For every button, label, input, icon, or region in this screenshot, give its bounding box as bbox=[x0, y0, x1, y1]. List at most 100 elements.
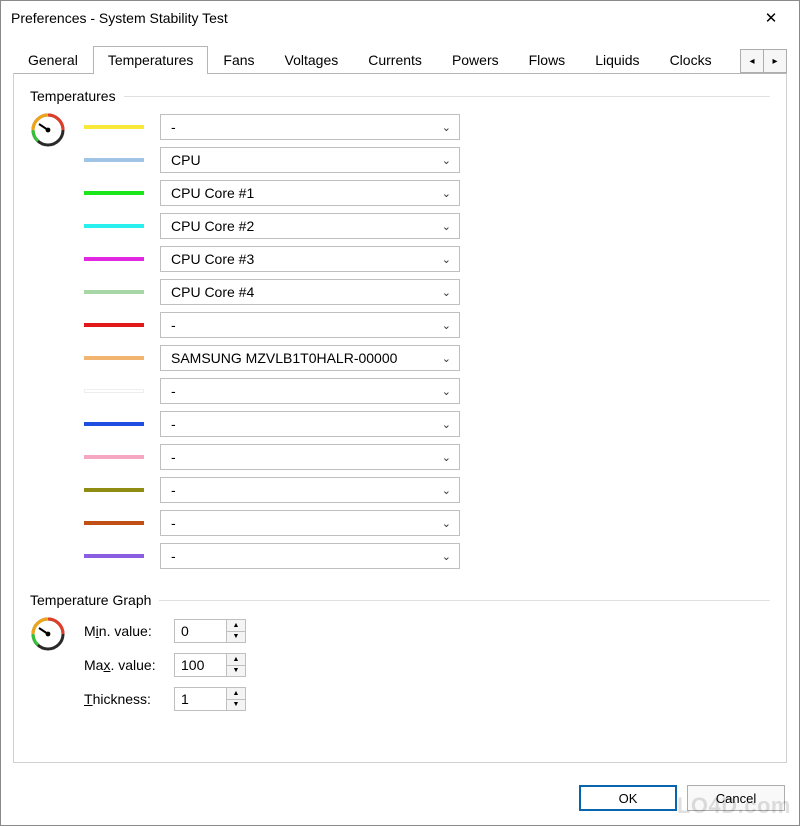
chevron-down-icon: ⌄ bbox=[442, 286, 451, 299]
sensor-combobox[interactable]: -⌄ bbox=[160, 411, 460, 437]
temperature-row: SAMSUNG MZVLB1T0HALR-00000 ⌄ bbox=[84, 343, 460, 373]
max-value-row: Max. value: ▲ ▼ bbox=[84, 650, 246, 680]
tab-clocks[interactable]: Clocks bbox=[655, 46, 727, 74]
sensor-combobox[interactable]: CPU Core #4 ⌄ bbox=[160, 279, 460, 305]
min-value-spinner[interactable]: ▲ ▼ bbox=[174, 619, 246, 643]
sensor-value: SAMSUNG MZVLB1T0HALR-00000 bbox=[171, 350, 397, 366]
color-swatch bbox=[84, 389, 144, 393]
color-swatch bbox=[84, 290, 144, 294]
close-button[interactable]: ✕ bbox=[751, 4, 791, 32]
thickness-row: Thickness: ▲ ▼ bbox=[84, 684, 246, 714]
tab-scroll-left[interactable]: ◂ bbox=[740, 49, 764, 73]
sensor-combobox[interactable]: CPU ⌄ bbox=[160, 147, 460, 173]
temperature-row: CPU ⌄ bbox=[84, 145, 460, 175]
divider bbox=[159, 600, 770, 601]
sensor-combobox[interactable]: -⌄ bbox=[160, 510, 460, 536]
max-value-spinner[interactable]: ▲ ▼ bbox=[174, 653, 246, 677]
tab-flows[interactable]: Flows bbox=[514, 46, 581, 74]
temperature-row: CPU Core #3 ⌄ bbox=[84, 244, 460, 274]
sensor-combobox[interactable]: -⌄ bbox=[160, 543, 460, 569]
sensor-combobox[interactable]: -⌄ bbox=[160, 378, 460, 404]
color-swatch bbox=[84, 554, 144, 558]
close-icon: ✕ bbox=[765, 9, 778, 27]
color-swatch bbox=[84, 422, 144, 426]
sensor-value: - bbox=[171, 416, 176, 432]
spin-down-icon[interactable]: ▼ bbox=[227, 666, 245, 677]
thickness-input[interactable] bbox=[174, 687, 226, 711]
tab-currents[interactable]: Currents bbox=[353, 46, 437, 74]
color-swatch bbox=[84, 356, 144, 360]
ok-button[interactable]: OK bbox=[579, 785, 677, 811]
temperature-row: CPU Core #4 ⌄ bbox=[84, 277, 460, 307]
sensor-combobox[interactable]: -⌄ bbox=[160, 477, 460, 503]
spin-down-icon[interactable]: ▼ bbox=[227, 700, 245, 711]
sensor-combobox[interactable]: SAMSUNG MZVLB1T0HALR-00000 ⌄ bbox=[160, 345, 460, 371]
chevron-down-icon: ⌄ bbox=[442, 352, 451, 365]
sensor-value: - bbox=[171, 383, 176, 399]
spin-buttons: ▲ ▼ bbox=[226, 653, 246, 677]
color-swatch bbox=[84, 125, 144, 129]
tab-general[interactable]: General bbox=[13, 46, 93, 74]
temperature-row: -⌄ bbox=[84, 442, 460, 472]
tab-temperatures[interactable]: Temperatures bbox=[93, 46, 209, 74]
chevron-down-icon: ⌄ bbox=[442, 121, 451, 134]
temperature-row: -⌄ bbox=[84, 508, 460, 538]
temperature-graph-section: Temperature Graph Min. value: bbox=[30, 592, 770, 718]
section-header-graph: Temperature Graph bbox=[30, 592, 770, 608]
sensor-combobox[interactable]: -⌄ bbox=[160, 312, 460, 338]
sensor-value: - bbox=[171, 482, 176, 498]
min-value-input[interactable] bbox=[174, 619, 226, 643]
chevron-down-icon: ⌄ bbox=[442, 154, 451, 167]
min-value-row: Min. value: ▲ ▼ bbox=[84, 616, 246, 646]
titlebar: Preferences - System Stability Test ✕ bbox=[1, 1, 799, 35]
color-swatch bbox=[84, 257, 144, 261]
color-swatch bbox=[84, 191, 144, 195]
thickness-label: Thickness: bbox=[84, 691, 174, 707]
section-title: Temperature Graph bbox=[30, 592, 151, 608]
color-swatch bbox=[84, 224, 144, 228]
gauge-icon bbox=[30, 616, 66, 652]
spin-up-icon[interactable]: ▲ bbox=[227, 620, 245, 632]
cancel-button[interactable]: Cancel bbox=[687, 785, 785, 811]
temperature-row: CPU Core #1⌄ bbox=[84, 178, 460, 208]
tab-fans[interactable]: Fans bbox=[208, 46, 269, 74]
divider bbox=[124, 96, 770, 97]
chevron-down-icon: ⌄ bbox=[442, 517, 451, 530]
graph-fields: Min. value: ▲ ▼ Max. value: bbox=[84, 616, 246, 718]
temperature-row: -⌄ bbox=[84, 310, 460, 340]
preferences-dialog: Preferences - System Stability Test ✕ Ge… bbox=[0, 0, 800, 826]
sensor-combobox[interactable]: -⌄ bbox=[160, 444, 460, 470]
sensor-combobox[interactable]: CPU Core #2 ⌄ bbox=[160, 213, 460, 239]
max-value-input[interactable] bbox=[174, 653, 226, 677]
temperature-row: -⌄ bbox=[84, 376, 460, 406]
spin-up-icon[interactable]: ▲ bbox=[227, 654, 245, 666]
temperature-row: -⌄ bbox=[84, 475, 460, 505]
sensor-value: CPU Core #4 bbox=[171, 284, 254, 300]
chevron-down-icon: ⌄ bbox=[442, 319, 451, 332]
spin-up-icon[interactable]: ▲ bbox=[227, 688, 245, 700]
tab-scroll-right[interactable]: ▸ bbox=[764, 49, 787, 73]
sensor-combobox[interactable]: -⌄ bbox=[160, 114, 460, 140]
sensor-value: CPU Core #2 bbox=[171, 218, 254, 234]
color-swatch bbox=[84, 521, 144, 525]
chevron-down-icon: ⌄ bbox=[442, 484, 451, 497]
tab-liquids[interactable]: Liquids bbox=[580, 46, 654, 74]
spin-down-icon[interactable]: ▼ bbox=[227, 632, 245, 643]
chevron-down-icon: ⌄ bbox=[442, 187, 451, 200]
sensor-combobox[interactable]: CPU Core #3 ⌄ bbox=[160, 246, 460, 272]
sensor-combobox[interactable]: CPU Core #1⌄ bbox=[160, 180, 460, 206]
sensor-value: CPU bbox=[171, 152, 201, 168]
temperatures-block: -⌄CPU⌄CPU Core #1⌄CPU Core #2⌄CPU Core #… bbox=[30, 112, 770, 574]
chevron-left-icon: ◂ bbox=[749, 56, 754, 67]
tab-voltages[interactable]: Voltages bbox=[270, 46, 354, 74]
window-title: Preferences - System Stability Test bbox=[11, 10, 228, 26]
thickness-spinner[interactable]: ▲ ▼ bbox=[174, 687, 246, 711]
sensor-value: - bbox=[171, 449, 176, 465]
color-swatch bbox=[84, 488, 144, 492]
chevron-down-icon: ⌄ bbox=[442, 253, 451, 266]
chevron-down-icon: ⌄ bbox=[442, 220, 451, 233]
tab-powers[interactable]: Powers bbox=[437, 46, 514, 74]
section-header-temperatures: Temperatures bbox=[30, 88, 770, 104]
chevron-down-icon: ⌄ bbox=[442, 451, 451, 464]
sensor-value: CPU Core #3 bbox=[171, 251, 254, 267]
